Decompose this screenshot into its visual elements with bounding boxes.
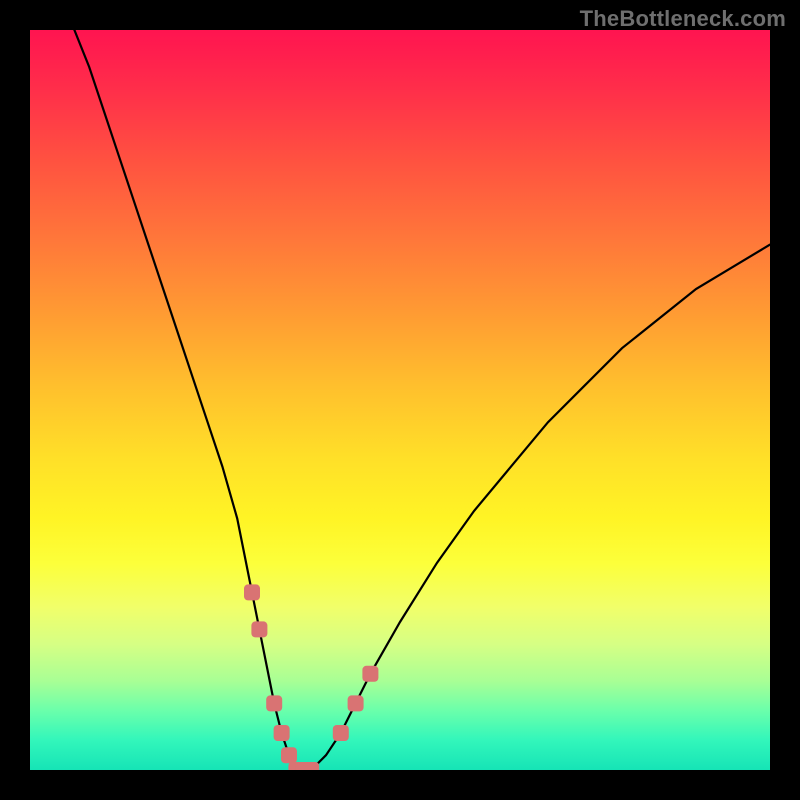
marker-point [333,725,349,741]
marker-point [266,695,282,711]
marker-point [362,666,378,682]
plot-area [30,30,770,770]
watermark-text: TheBottleneck.com [580,6,786,32]
bottleneck-curve [74,30,770,770]
bottleneck-markers [244,584,378,770]
chart-frame: TheBottleneck.com [0,0,800,800]
marker-point [303,762,319,770]
marker-point [348,695,364,711]
marker-point [244,584,260,600]
chart-svg [30,30,770,770]
marker-point [251,621,267,637]
curve-path [74,30,770,770]
marker-point [281,747,297,763]
marker-point [274,725,290,741]
